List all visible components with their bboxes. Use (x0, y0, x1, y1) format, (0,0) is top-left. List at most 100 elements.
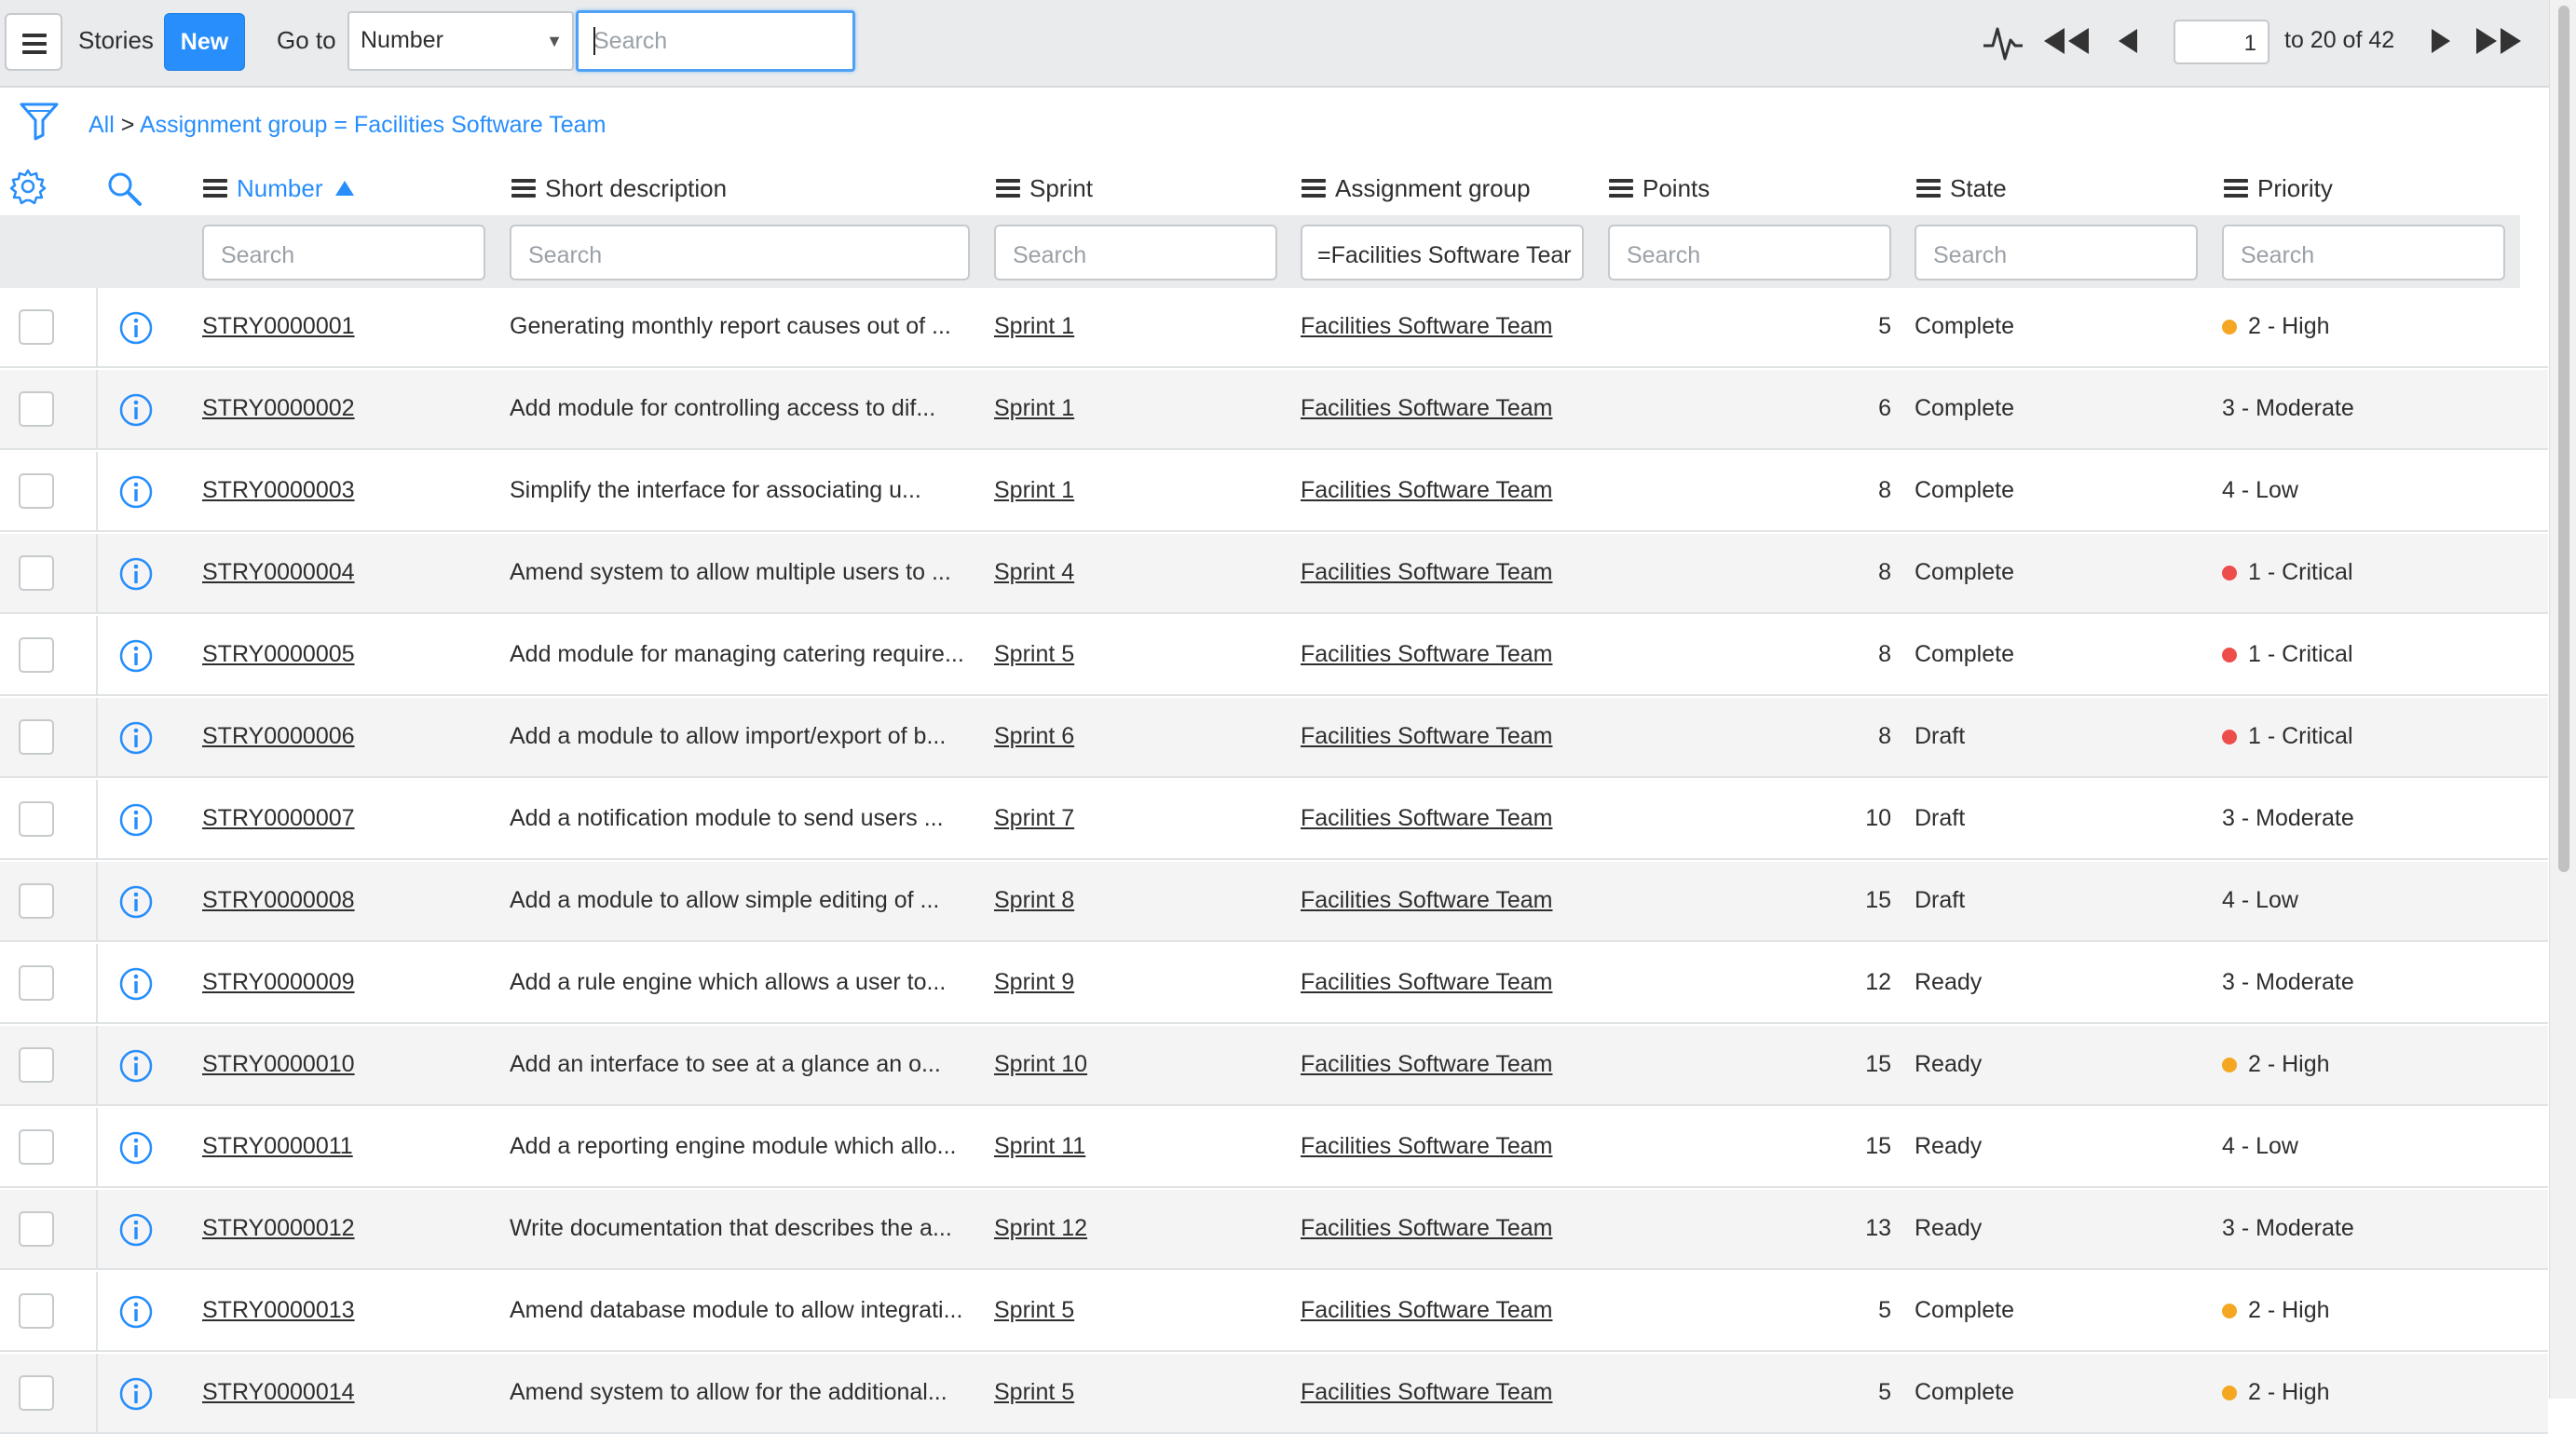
assignment-group-link[interactable]: Facilities Software Team (1301, 477, 1552, 504)
row-select-checkbox[interactable] (19, 637, 54, 673)
table-row[interactable]: STRY0000008 Add a module to allow simple … (0, 862, 2548, 942)
column-header-state[interactable]: State (1916, 170, 2007, 207)
table-row[interactable]: STRY0000001 Generating monthly report cau… (0, 288, 2548, 368)
filter-input-number[interactable]: Search (202, 225, 485, 280)
row-select-checkbox[interactable] (19, 965, 54, 1001)
preview-info-icon[interactable] (118, 802, 154, 838)
preview-info-icon[interactable] (118, 720, 154, 756)
table-row[interactable]: STRY0000010 Add an interface to see at a … (0, 1026, 2548, 1106)
row-select-checkbox[interactable] (19, 1211, 54, 1247)
row-select-checkbox[interactable] (19, 473, 54, 509)
column-menu-icon[interactable] (511, 179, 536, 198)
assignment-group-link[interactable]: Facilities Software Team (1301, 559, 1552, 586)
row-select-checkbox[interactable] (19, 1129, 54, 1165)
column-menu-icon[interactable] (996, 179, 1020, 198)
first-page-icon[interactable] (2042, 26, 2091, 56)
last-page-icon[interactable] (2474, 26, 2523, 56)
next-page-icon[interactable] (2428, 26, 2454, 56)
row-select-checkbox[interactable] (19, 1293, 54, 1329)
table-row[interactable]: STRY0000011 Add a reporting engine module… (0, 1108, 2548, 1188)
preview-info-icon[interactable] (118, 474, 154, 510)
assignment-group-link[interactable]: Facilities Software Team (1301, 969, 1552, 996)
list-menu-button[interactable] (5, 13, 62, 71)
table-row[interactable]: STRY0000002 Add module for controlling ac… (0, 370, 2548, 450)
preview-info-icon[interactable] (118, 310, 154, 346)
page-number-input[interactable]: 1 (2174, 20, 2269, 64)
table-row[interactable]: STRY0000003 Simplify the interface for as… (0, 452, 2548, 532)
preview-info-icon[interactable] (118, 556, 154, 592)
story-number-link[interactable]: STRY0000002 (202, 395, 355, 422)
table-row[interactable]: STRY0000014 Amend system to allow for the… (0, 1354, 2548, 1434)
story-number-link[interactable]: STRY0000008 (202, 887, 355, 914)
column-header-number[interactable]: Number (203, 170, 355, 207)
sprint-link[interactable]: Sprint 9 (994, 969, 1074, 996)
preview-info-icon[interactable] (118, 1130, 154, 1166)
preview-info-icon[interactable] (118, 1048, 154, 1084)
column-search-icon[interactable] (105, 170, 143, 207)
story-number-link[interactable]: STRY0000005 (202, 641, 355, 668)
sprint-link[interactable]: Sprint 11 (994, 1133, 1085, 1160)
story-number-link[interactable]: STRY0000009 (202, 969, 355, 996)
story-number-link[interactable]: STRY0000010 (202, 1051, 355, 1078)
sprint-link[interactable]: Sprint 10 (994, 1051, 1087, 1078)
column-header-points[interactable]: Points (1609, 170, 1710, 207)
story-number-link[interactable]: STRY0000007 (202, 805, 355, 832)
assignment-group-link[interactable]: Facilities Software Team (1301, 1215, 1552, 1242)
goto-field-select[interactable]: Number ▼ (348, 11, 574, 71)
preview-info-icon[interactable] (118, 1376, 154, 1412)
preview-info-icon[interactable] (118, 1294, 154, 1330)
row-select-checkbox[interactable] (19, 801, 54, 837)
assignment-group-link[interactable]: Facilities Software Team (1301, 641, 1552, 668)
previous-page-icon[interactable] (2115, 26, 2141, 56)
filter-input-short-description[interactable]: Search (510, 225, 970, 280)
goto-search-input[interactable]: Search (576, 10, 855, 72)
assignment-group-link[interactable]: Facilities Software Team (1301, 1133, 1552, 1160)
sprint-link[interactable]: Sprint 1 (994, 477, 1074, 504)
row-select-checkbox[interactable] (19, 309, 54, 345)
column-menu-icon[interactable] (1916, 179, 1941, 198)
row-select-checkbox[interactable] (19, 883, 54, 919)
list-settings-gear-icon[interactable] (9, 168, 47, 205)
vertical-scrollbar[interactable] (2549, 0, 2576, 1399)
column-header-assignment-group[interactable]: Assignment group (1302, 170, 1531, 207)
sprint-link[interactable]: Sprint 12 (994, 1215, 1087, 1242)
activity-stream-icon[interactable] (1982, 23, 2024, 62)
sprint-link[interactable]: Sprint 5 (994, 641, 1074, 668)
preview-info-icon[interactable] (118, 884, 154, 920)
row-select-checkbox[interactable] (19, 719, 54, 755)
story-number-link[interactable]: STRY0000001 (202, 313, 355, 340)
story-number-link[interactable]: STRY0000013 (202, 1297, 355, 1324)
story-number-link[interactable]: STRY0000004 (202, 559, 355, 586)
table-row[interactable]: STRY0000005 Add module for managing cater… (0, 616, 2548, 696)
table-row[interactable]: STRY0000006 Add a module to allow import/… (0, 698, 2548, 778)
preview-info-icon[interactable] (118, 392, 154, 428)
filter-input-priority[interactable]: Search (2222, 225, 2505, 280)
row-select-checkbox[interactable] (19, 555, 54, 591)
column-menu-icon[interactable] (1302, 179, 1326, 198)
breadcrumb-all[interactable]: All (89, 112, 115, 138)
preview-info-icon[interactable] (118, 966, 154, 1002)
filter-icon[interactable] (19, 100, 60, 141)
table-row[interactable]: STRY0000009 Add a rule engine which allow… (0, 944, 2548, 1024)
sprint-link[interactable]: Sprint 6 (994, 723, 1074, 750)
table-row[interactable]: STRY0000013 Amend database module to allo… (0, 1272, 2548, 1352)
filter-input-assignment-group[interactable]: =Facilities Software Tear (1301, 225, 1584, 280)
story-number-link[interactable]: STRY0000012 (202, 1215, 355, 1242)
column-menu-icon[interactable] (2224, 179, 2248, 198)
preview-info-icon[interactable] (118, 638, 154, 674)
filter-input-points[interactable]: Search (1608, 225, 1891, 280)
story-number-link[interactable]: STRY0000014 (202, 1379, 355, 1406)
row-select-checkbox[interactable] (19, 1375, 54, 1411)
assignment-group-link[interactable]: Facilities Software Team (1301, 313, 1552, 340)
assignment-group-link[interactable]: Facilities Software Team (1301, 1051, 1552, 1078)
preview-info-icon[interactable] (118, 1212, 154, 1248)
column-menu-icon[interactable] (203, 179, 227, 198)
row-select-checkbox[interactable] (19, 1047, 54, 1083)
assignment-group-link[interactable]: Facilities Software Team (1301, 723, 1552, 750)
story-number-link[interactable]: STRY0000006 (202, 723, 355, 750)
new-button[interactable]: New (164, 13, 245, 71)
sprint-link[interactable]: Sprint 4 (994, 559, 1074, 586)
breadcrumb-condition[interactable]: Assignment group = Facilities Software T… (140, 112, 606, 138)
sprint-link[interactable]: Sprint 1 (994, 313, 1074, 340)
assignment-group-link[interactable]: Facilities Software Team (1301, 1297, 1552, 1324)
